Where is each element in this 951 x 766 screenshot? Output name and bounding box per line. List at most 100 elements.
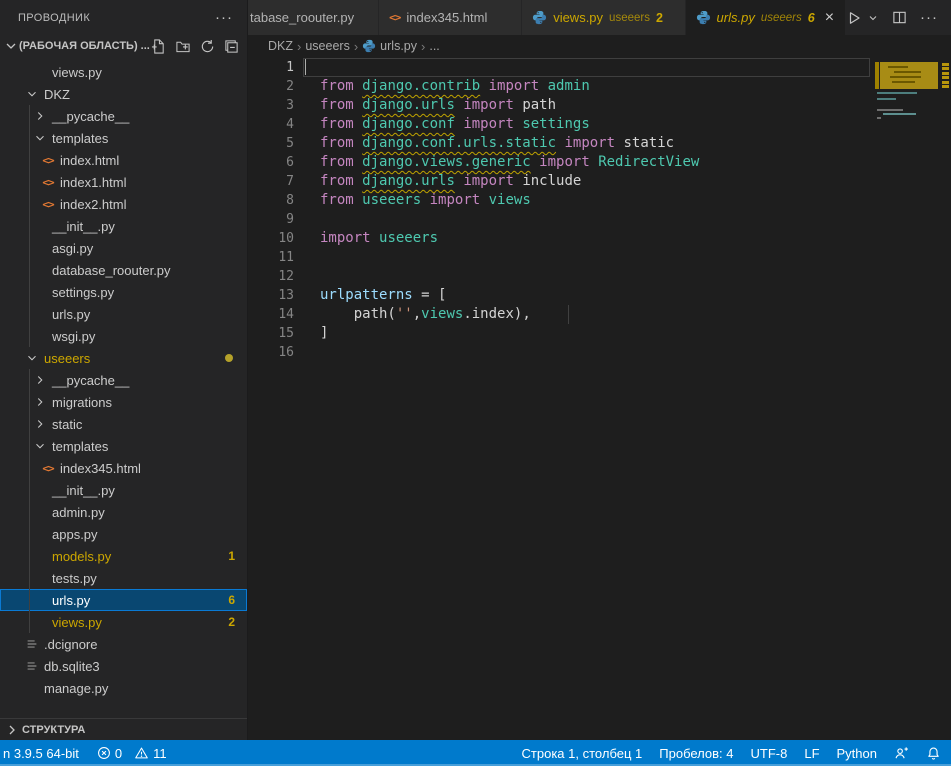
tree-item-database_roouter.py[interactable]: database_roouter.py bbox=[0, 259, 247, 281]
tree-item-__pycache__[interactable]: __pycache__ bbox=[0, 105, 247, 127]
new-folder-icon[interactable] bbox=[175, 39, 191, 54]
code-line-16: 16 bbox=[248, 343, 951, 362]
cursor-position-status[interactable]: Строка 1, столбец 1 bbox=[522, 746, 643, 761]
tree-item-tests.py[interactable]: tests.py bbox=[0, 567, 247, 589]
python-interpreter-status[interactable]: n 3.9.5 64-bit bbox=[3, 746, 79, 761]
file-name: __init__.py bbox=[52, 483, 115, 498]
line-number: 12 bbox=[248, 267, 294, 286]
tree-item-settings.py[interactable]: settings.py bbox=[0, 281, 247, 303]
tab-views.py[interactable]: views.pyuseeers2 bbox=[522, 0, 685, 35]
explorer-more-icon[interactable]: ··· bbox=[215, 9, 233, 26]
notifications-bell-icon[interactable] bbox=[926, 746, 941, 761]
new-file-icon[interactable] bbox=[151, 39, 166, 54]
eol-status[interactable]: LF bbox=[804, 746, 819, 761]
tree-item-views.py[interactable]: views.py 2 bbox=[0, 611, 247, 633]
tab-index345.html[interactable]: <>index345.html bbox=[379, 0, 522, 35]
tree-item-templates[interactable]: templates bbox=[0, 435, 247, 457]
tree-item-wsgi.py[interactable]: wsgi.py bbox=[0, 325, 247, 347]
code-content: 12from django.contrib import admin3from … bbox=[248, 57, 951, 362]
file-name: __pycache__ bbox=[52, 109, 129, 124]
chevron-right-icon bbox=[33, 108, 47, 124]
split-editor-icon[interactable] bbox=[892, 10, 907, 25]
tree-item-migrations[interactable]: migrations bbox=[0, 391, 247, 413]
run-icon[interactable] bbox=[846, 10, 862, 26]
file-name: apps.py bbox=[52, 527, 98, 542]
tree-item-db.sqlite3[interactable]: db.sqlite3 bbox=[0, 655, 247, 677]
tab-urls.py[interactable]: urls.pyuseeers6× bbox=[686, 0, 846, 35]
tree-item-manage.py[interactable]: manage.py bbox=[0, 677, 247, 699]
tree-item-views.py[interactable]: views.py bbox=[0, 61, 247, 83]
tree-item-index345.html[interactable]: <> index345.html bbox=[0, 457, 247, 479]
close-tab-icon[interactable]: × bbox=[825, 10, 834, 26]
tree-item-useeers[interactable]: useeers bbox=[0, 347, 247, 369]
tree-item-index2.html[interactable]: <>index2.html bbox=[0, 193, 247, 215]
code-editor[interactable]: 12from django.contrib import admin3from … bbox=[248, 57, 951, 740]
breadcrumb-item-...[interactable]: ... bbox=[429, 39, 439, 53]
html-icon: <> bbox=[42, 462, 53, 475]
code-line-15: 15] bbox=[248, 324, 951, 343]
minimap[interactable] bbox=[875, 57, 938, 740]
file-name: database_roouter.py bbox=[52, 263, 171, 278]
tree-item-DKZ[interactable]: DKZ bbox=[0, 83, 247, 105]
breadcrumb-item-useeers[interactable]: useeers bbox=[305, 39, 349, 53]
workspace-section-header[interactable]: (РАБОЧАЯ ОБЛАСТЬ) ... bbox=[0, 35, 247, 57]
refresh-icon[interactable] bbox=[200, 39, 215, 54]
code-line-9: 9 bbox=[248, 210, 951, 229]
problems-status[interactable]: 0 11 bbox=[97, 746, 167, 761]
tree-item-admin.py[interactable]: admin.py bbox=[0, 501, 247, 523]
line-number: 15 bbox=[248, 324, 294, 343]
tree-item-urls.py[interactable]: urls.py bbox=[0, 303, 247, 325]
tree-item-apps.py[interactable]: apps.py bbox=[0, 523, 247, 545]
file-name: views.py bbox=[52, 615, 102, 630]
python-icon bbox=[362, 39, 376, 53]
tree-item-index1.html[interactable]: <>index1.html bbox=[0, 171, 247, 193]
line-number: 2 bbox=[248, 77, 294, 96]
indentation-status[interactable]: Пробелов: 4 bbox=[659, 746, 733, 761]
tree-item-templates[interactable]: templates bbox=[0, 127, 247, 149]
feedback-icon[interactable] bbox=[894, 746, 909, 761]
chevron-right-icon bbox=[33, 416, 47, 432]
tab-bar: tabase_roouter.py <>index345.html views.p… bbox=[248, 0, 951, 35]
file-name: index345.html bbox=[60, 461, 141, 476]
collapse-all-icon[interactable] bbox=[224, 39, 239, 54]
code-line-11: 11 bbox=[248, 248, 951, 267]
line-number: 7 bbox=[248, 172, 294, 191]
html-icon: <> bbox=[42, 154, 53, 167]
file-name: templates bbox=[52, 439, 108, 454]
run-dropdown-icon[interactable] bbox=[867, 12, 879, 24]
tab-tabase_roouter.py[interactable]: tabase_roouter.py bbox=[248, 0, 379, 35]
tree-item-index.html[interactable]: <>index.html bbox=[0, 149, 247, 171]
tree-item-static[interactable]: static bbox=[0, 413, 247, 435]
text-cursor bbox=[305, 59, 306, 75]
encoding-status[interactable]: UTF-8 bbox=[751, 746, 788, 761]
python-icon bbox=[696, 10, 711, 25]
tab-label: urls.py bbox=[717, 10, 755, 25]
breadcrumb-item-DKZ[interactable]: DKZ bbox=[268, 39, 293, 53]
tree-item-.dcignore[interactable]: .dcignore bbox=[0, 633, 247, 655]
overview-ruler[interactable] bbox=[938, 57, 951, 740]
more-actions-icon[interactable]: ··· bbox=[920, 9, 938, 26]
tree-item-__init__.py[interactable]: __init__.py bbox=[0, 215, 247, 237]
explorer-header: ПРОВОДНИК ··· bbox=[0, 0, 247, 35]
language-mode-status[interactable]: Python bbox=[837, 746, 877, 761]
problem-count-badge: 2 bbox=[228, 615, 235, 629]
tab-label: tabase_roouter.py bbox=[250, 10, 354, 25]
error-count: 0 bbox=[115, 746, 122, 761]
code-line-10: 10import useeers bbox=[248, 229, 951, 248]
outline-section-header[interactable]: СТРУКТУРА bbox=[0, 718, 247, 740]
code-line-4: 4from django.conf import settings bbox=[248, 115, 951, 134]
file-icon bbox=[25, 637, 39, 651]
tree-item-urls.py[interactable]: urls.py6 bbox=[0, 589, 247, 611]
tree-item-models.py[interactable]: models.py1 bbox=[0, 545, 247, 567]
workbench: ПРОВОДНИК ··· (РАБОЧАЯ ОБЛАСТЬ) ... view… bbox=[0, 0, 951, 740]
tab-problem-badge: 2 bbox=[656, 11, 663, 25]
tab-description: useeers bbox=[761, 12, 802, 24]
file-name: useeers bbox=[44, 351, 90, 366]
code-line-8: 8from useeers import views bbox=[248, 191, 951, 210]
tree-item-asgi.py[interactable]: asgi.py bbox=[0, 237, 247, 259]
file-name: urls.py bbox=[52, 307, 90, 322]
tree-item-__pycache__[interactable]: __pycache__ bbox=[0, 369, 247, 391]
breadcrumb-item-urls.py[interactable]: urls.py bbox=[362, 39, 417, 53]
file-name: manage.py bbox=[44, 681, 108, 696]
tree-item-__init__.py[interactable]: __init__.py bbox=[0, 479, 247, 501]
